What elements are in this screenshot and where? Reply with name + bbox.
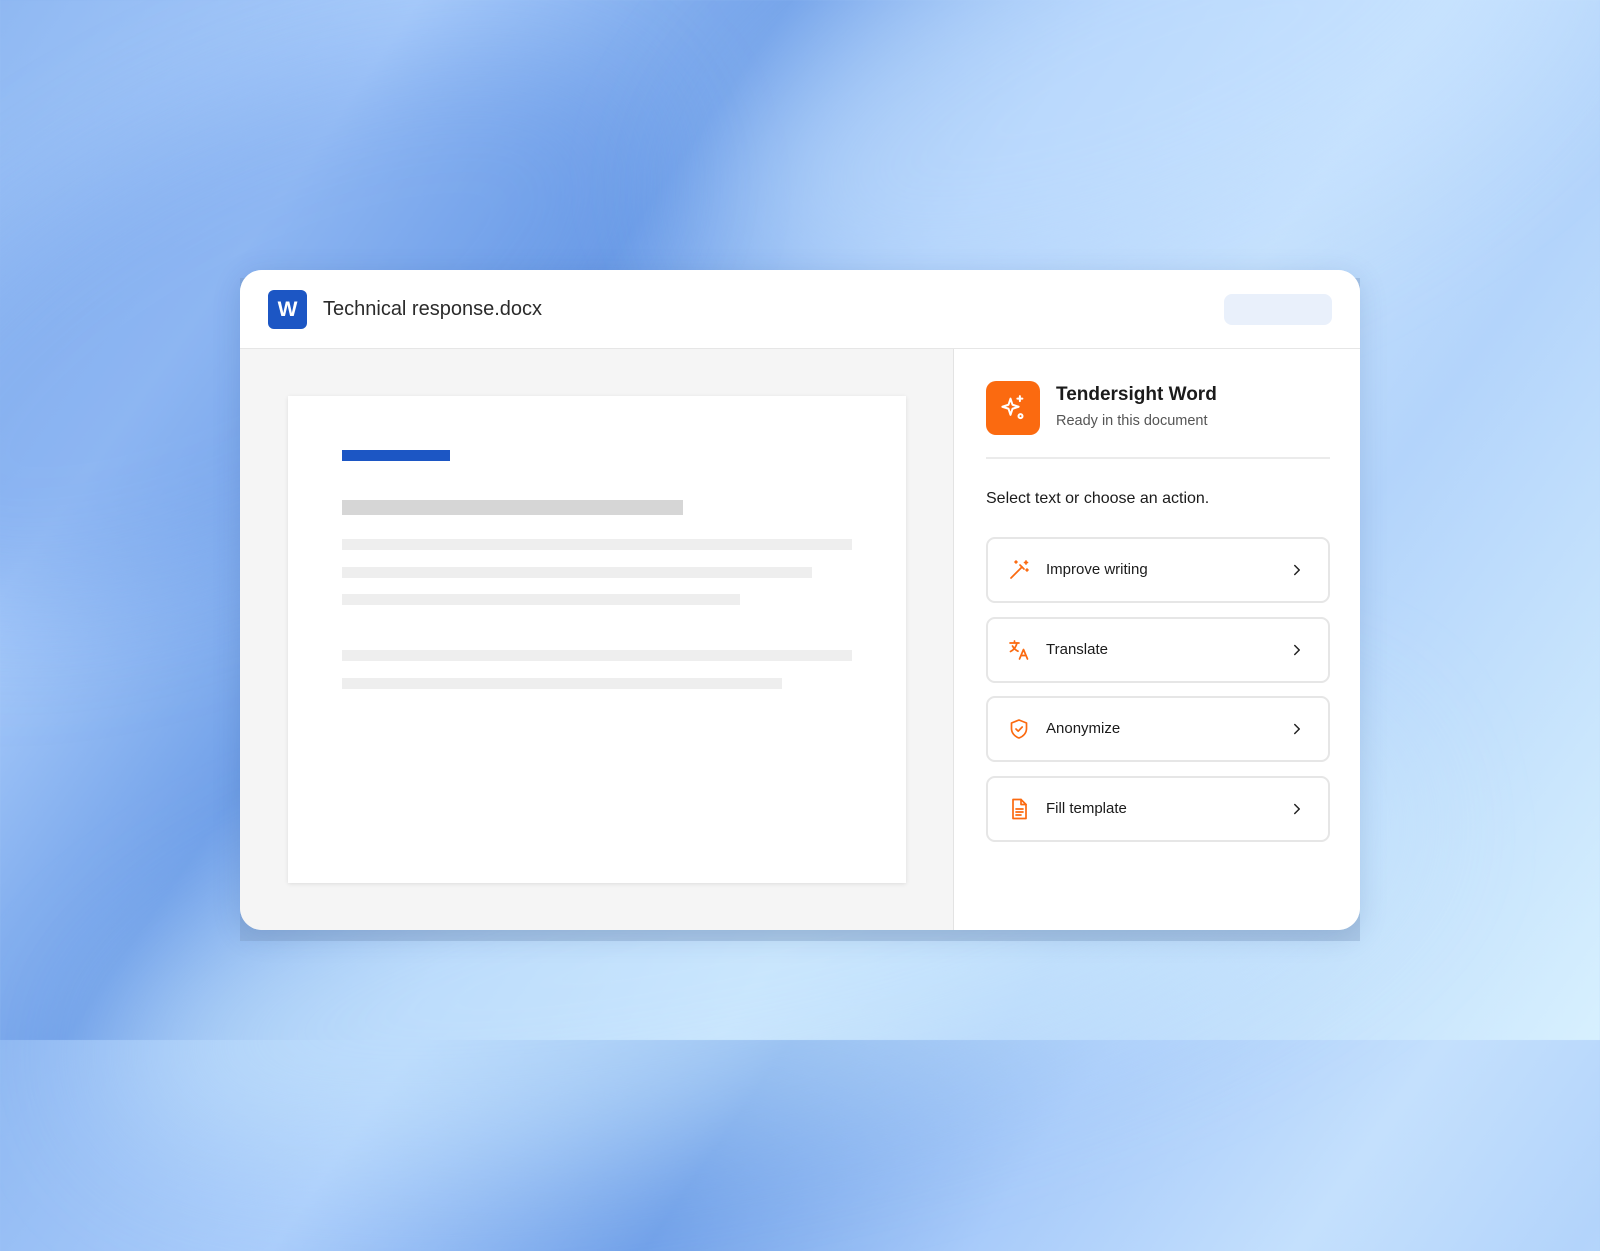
translate-icon xyxy=(1007,638,1031,662)
shield-check-icon xyxy=(1007,717,1031,741)
word-logo-icon: W xyxy=(268,290,307,329)
chevron-right-icon xyxy=(1288,641,1306,659)
assistant-name: Tendersight Word xyxy=(1056,384,1217,405)
text-line-placeholder xyxy=(342,678,782,689)
chevron-right-icon xyxy=(1288,800,1306,818)
chevron-right-icon xyxy=(1288,561,1306,579)
instruction-text: Select text or choose an action. xyxy=(986,490,1210,507)
text-line-placeholder xyxy=(342,567,812,578)
sparkle-icon xyxy=(986,381,1040,435)
anonymize-button[interactable]: Anonymize xyxy=(986,696,1330,762)
heading-placeholder xyxy=(342,450,450,461)
assistant-status: Ready in this document xyxy=(1056,413,1208,429)
document-page[interactable] xyxy=(288,396,906,883)
action-list: Improve writing Translate Anonymize Fill… xyxy=(986,537,1330,855)
title-bar-placeholder-button[interactable] xyxy=(1224,294,1332,325)
divider xyxy=(986,457,1330,459)
title-bar: W Technical response.docx xyxy=(240,270,1360,349)
subheading-placeholder xyxy=(342,500,683,515)
text-line-placeholder xyxy=(342,650,852,661)
document-title: Technical response.docx xyxy=(323,298,543,320)
document-pane xyxy=(240,349,954,930)
action-label: Translate xyxy=(1046,640,1108,658)
translate-button[interactable]: Translate xyxy=(986,616,1330,683)
fill-template-button[interactable]: Fill template xyxy=(986,775,1330,842)
text-line-placeholder xyxy=(342,594,740,605)
action-label: Anonymize xyxy=(1046,720,1121,737)
document-icon xyxy=(1007,797,1031,821)
action-label: Improve writing xyxy=(1046,561,1148,578)
chevron-right-icon xyxy=(1288,720,1306,738)
text-line-placeholder xyxy=(342,539,852,550)
improve-writing-button[interactable]: Improve writing xyxy=(986,537,1330,603)
assistant-panel: Tendersight Word Ready in this document … xyxy=(954,349,1360,930)
app-window: W Technical response.docx Tendersight Wo… xyxy=(240,270,1360,930)
action-label: Fill template xyxy=(1046,799,1127,817)
magic-wand-icon xyxy=(1007,558,1031,582)
